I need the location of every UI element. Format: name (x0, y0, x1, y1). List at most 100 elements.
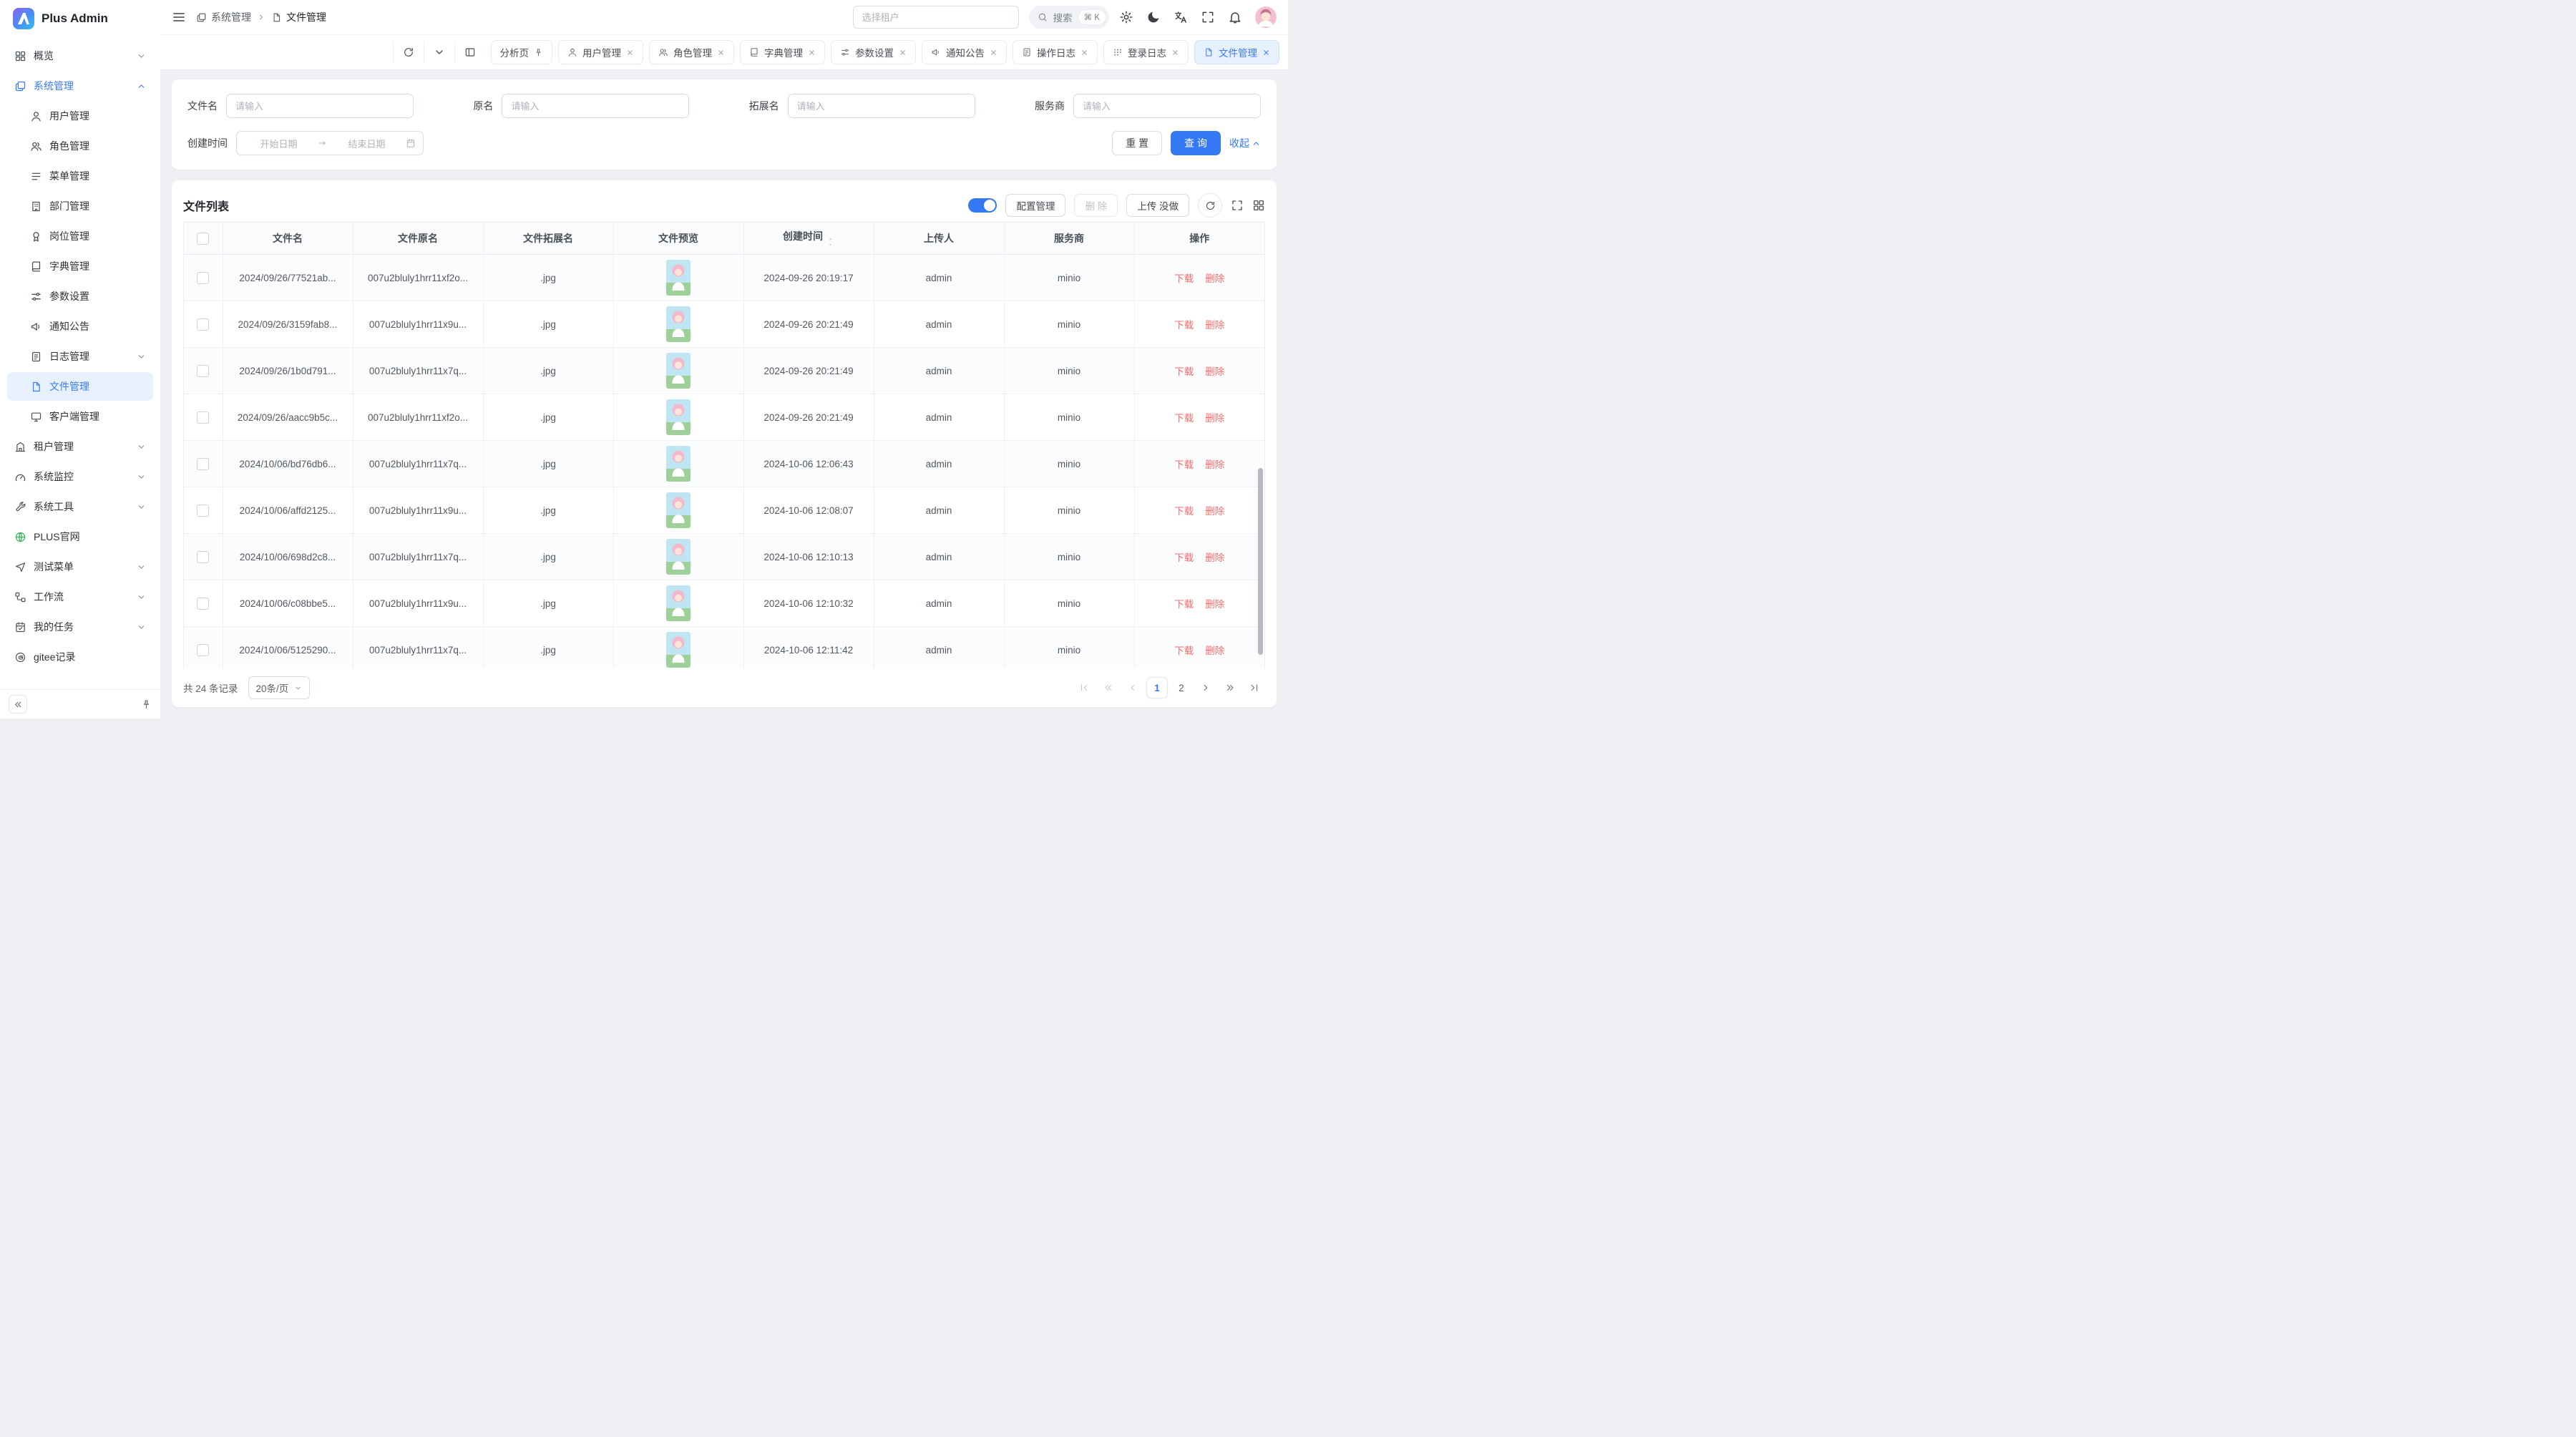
row-checkbox[interactable] (197, 644, 209, 656)
pin-sidebar-icon[interactable] (141, 699, 152, 710)
row-checkbox[interactable] (197, 272, 209, 284)
filter-input[interactable] (226, 94, 414, 118)
sidebar-item[interactable]: 系统监控 (7, 462, 153, 491)
breadcrumb-item[interactable]: 系统管理 (196, 10, 251, 24)
page-number-button[interactable]: 2 (1171, 677, 1192, 698)
table-scrollbar-thumb[interactable] (1258, 468, 1263, 656)
tab[interactable]: 分析页 (491, 40, 553, 64)
tabs-menu-button[interactable] (424, 42, 454, 63)
sidebar-item[interactable]: 工作流 (7, 583, 153, 611)
reset-button[interactable]: 重 置 (1112, 131, 1162, 155)
download-link[interactable]: 下载 (1174, 459, 1194, 470)
tab-close-icon[interactable] (717, 49, 725, 57)
download-link[interactable]: 下载 (1174, 506, 1194, 517)
tab-close-icon[interactable] (990, 49, 997, 57)
column-settings-icon[interactable] (1252, 199, 1265, 212)
next-page-button[interactable] (1195, 677, 1216, 698)
row-checkbox[interactable] (197, 505, 209, 517)
sidebar-item[interactable]: 系统管理 (7, 72, 153, 100)
file-preview-image[interactable] (666, 632, 691, 668)
sidebar-item[interactable]: 概览 (7, 42, 153, 70)
delete-link[interactable]: 删除 (1205, 366, 1224, 377)
tab-close-icon[interactable] (1171, 49, 1179, 57)
sidebar-item[interactable]: 字典管理 (7, 252, 153, 281)
file-preview-image[interactable] (666, 399, 691, 435)
row-checkbox[interactable] (197, 365, 209, 377)
file-preview-image[interactable] (666, 585, 691, 621)
search-button[interactable]: 查 询 (1171, 131, 1221, 155)
sidebar-item[interactable]: gitee记录 (7, 643, 153, 671)
tab[interactable]: 文件管理 (1194, 40, 1279, 64)
collapse-filters-link[interactable]: 收起 (1229, 136, 1261, 150)
delete-link[interactable]: 删除 (1205, 506, 1224, 517)
sidebar-item[interactable]: 角色管理 (7, 132, 153, 160)
first-page-button[interactable] (1073, 677, 1095, 698)
delete-link[interactable]: 删除 (1205, 413, 1224, 424)
file-preview-image[interactable] (666, 306, 691, 342)
file-preview-image[interactable] (666, 353, 691, 389)
global-search-button[interactable]: 搜索 ⌘ K (1029, 6, 1109, 29)
download-link[interactable]: 下载 (1174, 320, 1194, 331)
delete-link[interactable]: 删除 (1205, 552, 1224, 563)
tenant-select-input[interactable] (853, 6, 1019, 29)
tab-close-icon[interactable] (626, 49, 634, 57)
row-checkbox[interactable] (197, 318, 209, 331)
filter-input[interactable] (502, 94, 689, 118)
tab-pin-icon[interactable] (534, 48, 543, 57)
download-link[interactable]: 下载 (1174, 646, 1194, 656)
delete-link[interactable]: 删除 (1205, 320, 1224, 331)
row-checkbox[interactable] (197, 458, 209, 470)
tabs-refresh-button[interactable] (393, 42, 424, 63)
tab[interactable]: 用户管理 (558, 40, 643, 64)
sidebar-item[interactable]: 文件管理 (7, 372, 153, 401)
prev-page-button[interactable] (1122, 677, 1143, 698)
notification-bell-icon[interactable] (1228, 10, 1242, 24)
breadcrumb-item-current[interactable]: 文件管理 (271, 10, 326, 24)
row-checkbox[interactable] (197, 411, 209, 424)
page-size-select[interactable]: 20条/页 (248, 676, 311, 699)
table-fullscreen-icon[interactable] (1231, 199, 1244, 212)
tab[interactable]: 登录日志 (1103, 40, 1189, 64)
sidebar-item[interactable]: 通知公告 (7, 312, 153, 341)
download-link[interactable]: 下载 (1174, 413, 1194, 424)
tab[interactable]: 字典管理 (740, 40, 825, 64)
sidebar-item[interactable]: 我的任务 (7, 613, 153, 641)
tab-close-icon[interactable] (899, 49, 907, 57)
upload-button[interactable]: 上传 没做 (1126, 194, 1189, 217)
table-toggle-switch[interactable] (968, 198, 997, 213)
sidebar-item[interactable]: 系统工具 (7, 492, 153, 521)
download-link[interactable]: 下载 (1174, 552, 1194, 563)
table-refresh-button[interactable] (1198, 193, 1222, 218)
select-all-checkbox[interactable] (197, 233, 209, 245)
app-logo[interactable]: Plus Admin (0, 0, 160, 37)
delete-button[interactable]: 删 除 (1074, 194, 1118, 217)
sidebar-item[interactable]: 用户管理 (7, 102, 153, 130)
settings-gear-icon[interactable] (1119, 10, 1133, 24)
collapse-sidebar-button[interactable] (9, 695, 27, 713)
filter-input[interactable] (1073, 94, 1261, 118)
filter-input[interactable] (788, 94, 975, 118)
delete-link[interactable]: 删除 (1205, 599, 1224, 610)
sidebar-item[interactable]: 租户管理 (7, 432, 153, 461)
last-page-button[interactable] (1244, 677, 1265, 698)
sidebar-item[interactable]: PLUS官网 (7, 522, 153, 551)
user-avatar[interactable] (1255, 6, 1277, 28)
download-link[interactable]: 下载 (1174, 273, 1194, 284)
sidebar-item[interactable]: 日志管理 (7, 342, 153, 371)
sidebar-item[interactable]: 参数设置 (7, 282, 153, 311)
sidebar-item[interactable]: 菜单管理 (7, 162, 153, 190)
file-preview-image[interactable] (666, 492, 691, 528)
delete-link[interactable]: 删除 (1205, 273, 1224, 284)
sidebar-item[interactable]: 岗位管理 (7, 222, 153, 250)
download-link[interactable]: 下载 (1174, 366, 1194, 377)
tab-close-icon[interactable] (1080, 49, 1088, 57)
download-link[interactable]: 下载 (1174, 599, 1194, 610)
tab[interactable]: 通知公告 (922, 40, 1007, 64)
prev-5-pages-button[interactable] (1098, 677, 1119, 698)
sidebar-item[interactable]: 客户端管理 (7, 402, 153, 431)
tab[interactable]: 参数设置 (831, 40, 916, 64)
tab[interactable]: 角色管理 (649, 40, 734, 64)
tabs-layout-button[interactable] (454, 42, 485, 63)
tab[interactable]: 操作日志 (1013, 40, 1098, 64)
tab-close-icon[interactable] (808, 49, 816, 57)
